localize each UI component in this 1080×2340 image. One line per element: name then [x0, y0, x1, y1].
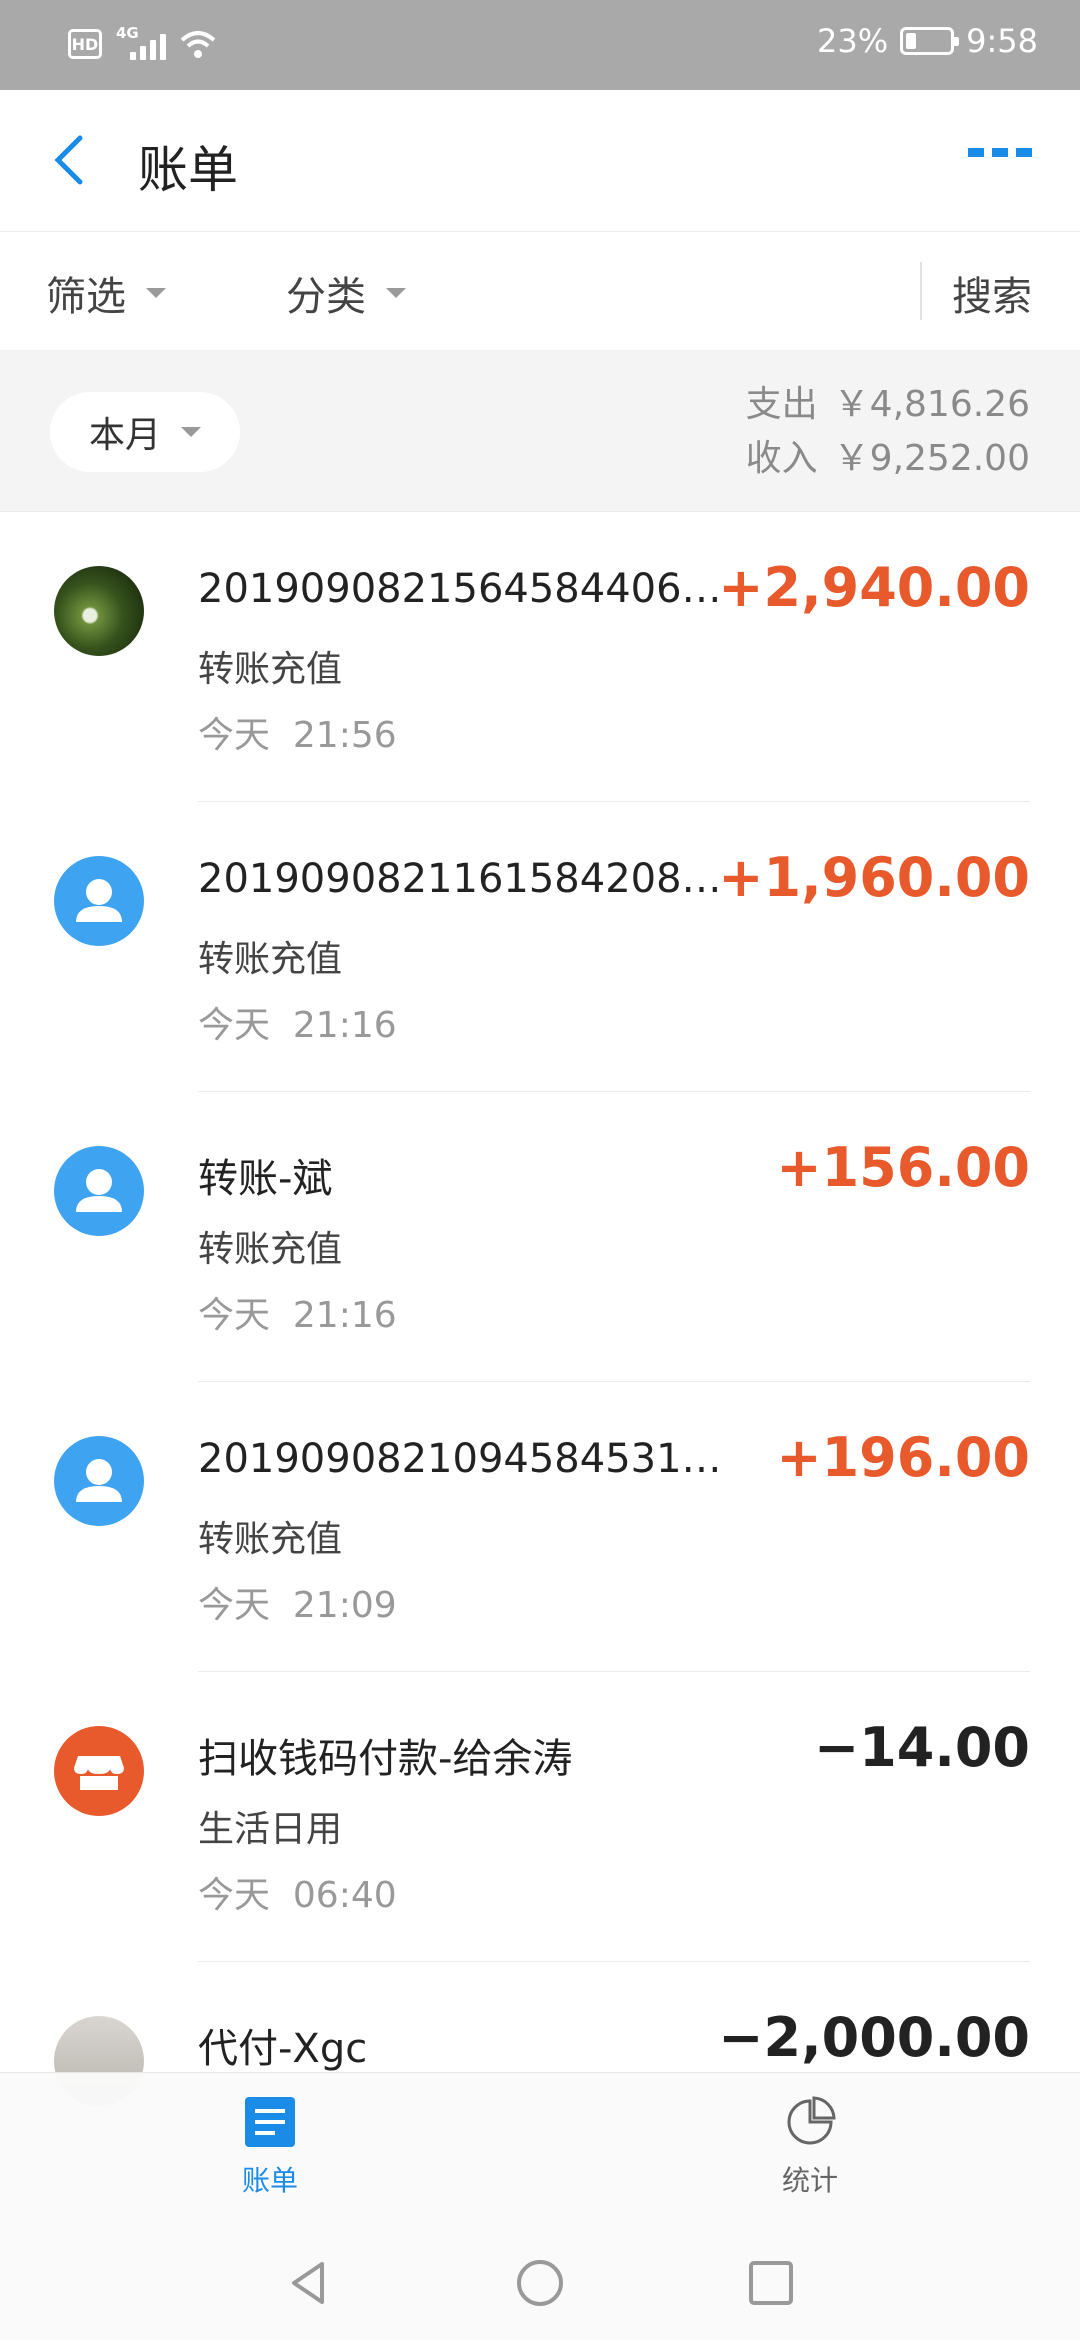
- list-item[interactable]: 20190908210945845314... 转账充值 今天 21:09 +1…: [0, 1382, 1080, 1672]
- transaction-amount: −2,000.00: [718, 2006, 1030, 2069]
- app-header: 账单: [0, 90, 1080, 232]
- month-selector[interactable]: 本月: [50, 392, 240, 472]
- expense-amount: ￥4,816.26: [833, 384, 1030, 425]
- transaction-category: 转账充值: [198, 1229, 343, 1270]
- tab-bill[interactable]: 账单: [170, 2095, 370, 2199]
- pie-chart-icon: [787, 2096, 836, 2145]
- expense-label: 支出: [745, 384, 818, 425]
- income-total: 收入 ￥9,252.00: [746, 432, 1030, 486]
- filter-dropdown[interactable]: 筛选: [46, 264, 166, 322]
- expense-total: 支出 ￥4,816.26: [746, 378, 1030, 432]
- battery-percent: 23%: [817, 22, 889, 60]
- transaction-time: 今天 06:40: [198, 1875, 397, 1916]
- tab-stats-label: 统计: [781, 2164, 838, 2197]
- person-icon: [54, 856, 144, 946]
- person-icon: [54, 1146, 144, 1236]
- filter-label: 筛选: [46, 274, 126, 320]
- bottom-tab-bar: 账单 统计: [0, 2072, 1080, 2220]
- transaction-amount: +156.00: [776, 1136, 1030, 1199]
- transaction-category: 转账充值: [198, 939, 343, 980]
- more-dots-icon[interactable]: [968, 148, 1032, 157]
- bill-list-icon: [245, 2097, 295, 2147]
- chevron-left-icon[interactable]: [46, 130, 96, 190]
- tab-bill-label: 账单: [241, 2164, 298, 2197]
- month-label: 本月: [88, 415, 161, 456]
- network-type: 4G: [116, 24, 139, 42]
- hd-badge: HD: [68, 29, 102, 59]
- tab-stats[interactable]: 统计: [710, 2095, 910, 2199]
- cell-signal-icon: 4G: [116, 24, 166, 62]
- wifi-icon: [180, 31, 216, 58]
- status-bar: HD 4G 23% 9:58: [0, 0, 1080, 90]
- transaction-amount: +196.00: [776, 1426, 1030, 1489]
- transaction-time: 今天 21:16: [198, 1005, 397, 1046]
- list-item[interactable]: 转账-斌 转账充值 今天 21:16 +156.00: [0, 1092, 1080, 1382]
- caret-down-icon: [146, 288, 166, 298]
- transaction-name: 扫收钱码付款-给余涛: [198, 1736, 573, 1782]
- caret-down-icon: [386, 288, 406, 298]
- month-summary: 本月 支出 ￥4,816.26 收入 ￥9,252.00: [0, 350, 1080, 512]
- shop-icon: [54, 1726, 144, 1816]
- list-item[interactable]: 20190908215645844066... 转账充值 今天 21:56 +2…: [0, 512, 1080, 802]
- list-item[interactable]: 扫收钱码付款-给余涛 生活日用 今天 06:40 −14.00: [0, 1672, 1080, 1962]
- transaction-category: 转账充值: [198, 649, 343, 690]
- transaction-name: 代付-Xgc: [198, 2026, 368, 2072]
- filter-bar: 筛选 分类 搜索: [0, 232, 1080, 350]
- nav-home-icon[interactable]: [515, 2258, 565, 2308]
- transaction-amount: +1,960.00: [718, 846, 1030, 909]
- caret-down-icon: [181, 427, 201, 437]
- transaction-name: 转账-斌: [198, 1156, 333, 1202]
- income-label: 收入: [745, 438, 818, 479]
- transaction-name: 20190908210945845314...: [198, 1436, 738, 1482]
- list-item[interactable]: 20190908211615842080... 转账充值 今天 21:16 +1…: [0, 802, 1080, 1092]
- transaction-category: 转账充值: [198, 1519, 343, 1560]
- transaction-list: 20190908215645844066... 转账充值 今天 21:56 +2…: [0, 512, 1080, 2252]
- totals: 支出 ￥4,816.26 收入 ￥9,252.00: [746, 378, 1030, 486]
- transaction-amount: +2,940.00: [718, 556, 1030, 619]
- clock: 9:58: [966, 22, 1038, 60]
- transaction-time: 今天 21:56: [198, 715, 397, 756]
- category-dropdown[interactable]: 分类: [286, 264, 406, 322]
- avatar: [54, 566, 144, 656]
- page-title: 账单: [138, 141, 238, 199]
- transaction-time: 今天 21:16: [198, 1295, 397, 1336]
- status-icons-left: HD 4G: [68, 24, 218, 62]
- nav-recents-icon[interactable]: [746, 2258, 796, 2308]
- category-label: 分类: [286, 274, 366, 320]
- battery-icon: [900, 27, 960, 55]
- transaction-category: 生活日用: [198, 1809, 343, 1850]
- transaction-name: 20190908215645844066...: [198, 566, 738, 612]
- transaction-time: 今天 21:09: [198, 1585, 397, 1626]
- search-button[interactable]: 搜索: [952, 264, 1032, 322]
- person-icon: [54, 1436, 144, 1526]
- status-icons-right: 23% 9:58: [817, 22, 1038, 60]
- transaction-name: 20190908211615842080...: [198, 856, 738, 902]
- income-amount: ￥9,252.00: [833, 438, 1030, 479]
- system-nav-bar: [0, 2220, 1080, 2340]
- nav-back-icon[interactable]: [284, 2258, 334, 2308]
- divider: [920, 262, 922, 320]
- transaction-amount: −14.00: [813, 1716, 1030, 1779]
